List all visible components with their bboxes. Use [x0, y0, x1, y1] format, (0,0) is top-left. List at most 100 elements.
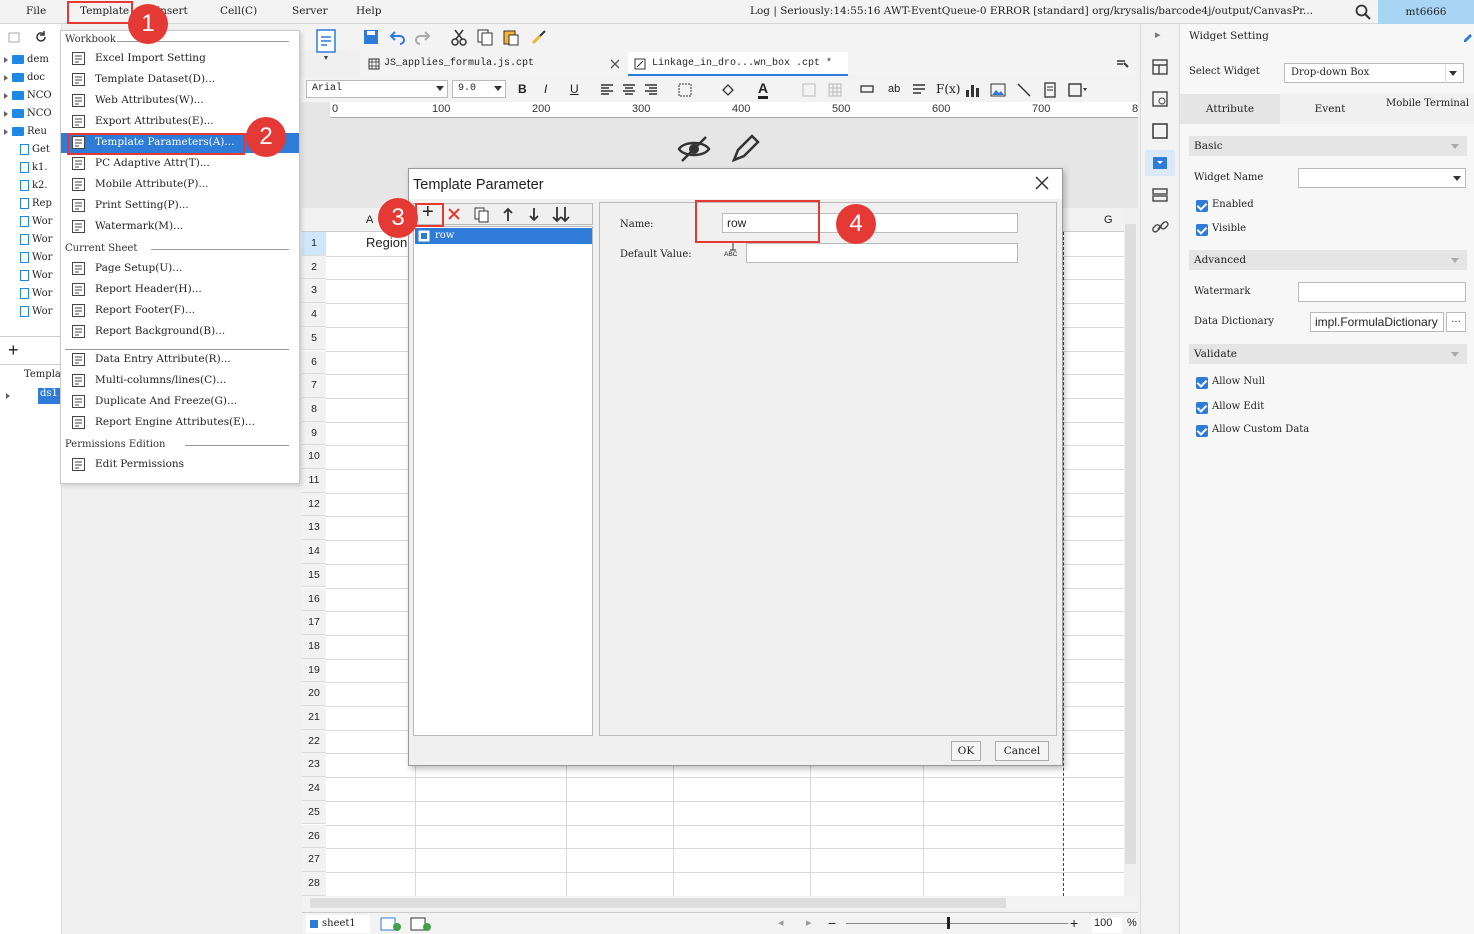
- tree-folder[interactable]: Reu: [4, 126, 62, 142]
- row-header[interactable]: 27: [302, 848, 326, 872]
- cancel-button[interactable]: Cancel: [995, 741, 1049, 761]
- move-down-icon[interactable]: [528, 207, 540, 222]
- image-icon[interactable]: [990, 82, 1006, 98]
- allow-null-checkbox[interactable]: [1196, 377, 1208, 389]
- sort-icon[interactable]: [552, 206, 570, 223]
- dataset-row[interactable]: ds1: [4, 388, 62, 404]
- tab-close-icon[interactable]: [610, 59, 620, 69]
- zoom-out-icon[interactable]: −: [828, 915, 836, 931]
- merge-icon[interactable]: [802, 83, 816, 97]
- text-field-icon[interactable]: [860, 85, 874, 93]
- scroll-thumb[interactable]: [310, 898, 1006, 908]
- row-header[interactable]: 17: [302, 611, 326, 635]
- redo-icon[interactable]: [414, 28, 432, 46]
- sheet-tab[interactable]: sheet1: [306, 915, 370, 933]
- page-next-icon[interactable]: ▸: [806, 916, 812, 929]
- copy-icon[interactable]: [476, 28, 494, 46]
- tree-file[interactable]: Wor: [0, 252, 58, 268]
- bold-icon[interactable]: B: [518, 82, 527, 96]
- edit-icon[interactable]: [1462, 30, 1474, 42]
- fill-color-icon[interactable]: [720, 82, 736, 98]
- pencil-icon[interactable]: [730, 134, 760, 164]
- allow-edit-checkbox[interactable]: [1196, 402, 1208, 414]
- chart-icon[interactable]: [964, 82, 980, 98]
- menu-item-watermark-m[interactable]: Watermark(M)...: [61, 217, 299, 237]
- tree-file[interactable]: Get: [0, 144, 58, 160]
- section-advanced[interactable]: Advanced: [1189, 250, 1467, 270]
- menu-cell[interactable]: Cell(C): [220, 5, 257, 17]
- condition-attr-icon[interactable]: [1151, 90, 1169, 108]
- eye-off-icon[interactable]: [676, 134, 712, 164]
- slash-icon[interactable]: [1016, 82, 1032, 98]
- zoom-slider-handle[interactable]: [947, 917, 950, 929]
- menu-item-excel-import-setting[interactable]: Excel Import Setting: [61, 49, 299, 69]
- collapse-icon[interactable]: ▸: [1155, 28, 1161, 41]
- tree-file[interactable]: k1.: [0, 162, 58, 178]
- row-header[interactable]: 6: [302, 350, 326, 375]
- menu-file[interactable]: File: [26, 5, 46, 17]
- tab-event[interactable]: Event: [1280, 94, 1380, 124]
- hyperlink-icon[interactable]: [1151, 218, 1169, 236]
- row-header[interactable]: 24: [302, 777, 326, 801]
- tree-file[interactable]: Wor: [0, 288, 58, 304]
- section-validate[interactable]: Validate: [1189, 344, 1467, 364]
- zoom-value[interactable]: 100: [1092, 917, 1122, 933]
- copy-icon[interactable]: [474, 207, 490, 223]
- undo-icon[interactable]: [388, 28, 406, 46]
- menu-item-duplicate-and-freeze-g[interactable]: Duplicate And Freeze(G)...: [61, 392, 299, 412]
- insert-cell-icon[interactable]: [1068, 82, 1088, 98]
- tab-linkage-dropdown[interactable]: Linkage_in_dro...wn_box .cpt *: [628, 52, 848, 76]
- row-header[interactable]: 15: [302, 563, 326, 588]
- row-header[interactable]: 9: [302, 421, 326, 446]
- row-header[interactable]: 18: [302, 634, 326, 659]
- close-icon[interactable]: [1034, 175, 1050, 191]
- tab-js-applies[interactable]: JS_applies_formula.js.cpt: [360, 52, 626, 76]
- zoom-in-icon[interactable]: +: [1070, 915, 1078, 931]
- border-icon[interactable]: [678, 83, 692, 97]
- select-widget-dropdown[interactable]: Drop-down Box: [1284, 63, 1464, 83]
- move-up-icon[interactable]: [502, 207, 514, 222]
- row-header[interactable]: 3: [302, 279, 326, 304]
- ok-button[interactable]: OK: [951, 741, 981, 761]
- italic-icon[interactable]: I: [544, 82, 547, 96]
- cut-icon[interactable]: [450, 28, 468, 46]
- template-icon[interactable]: [314, 28, 338, 62]
- font-color-icon[interactable]: A: [758, 80, 769, 99]
- menu-item-print-setting-p[interactable]: Print Setting(P)...: [61, 196, 299, 216]
- menu-item-edit-permissions[interactable]: Edit Permissions: [61, 455, 299, 475]
- table-icon[interactable]: [828, 83, 842, 97]
- menu-item-page-setup-u[interactable]: Page Setup(U)...: [61, 259, 299, 279]
- allow-custom-checkbox[interactable]: [1196, 425, 1208, 437]
- text-icon[interactable]: ab: [888, 83, 900, 95]
- section-basic[interactable]: Basic: [1189, 136, 1467, 156]
- scroll-thumb[interactable]: [1125, 224, 1136, 864]
- row-header[interactable]: 10: [302, 445, 326, 469]
- watermark-input[interactable]: [1298, 282, 1466, 302]
- refresh-icon[interactable]: [34, 30, 48, 44]
- align-left-icon[interactable]: [600, 83, 614, 97]
- row-header[interactable]: 23: [302, 753, 326, 778]
- delete-icon[interactable]: [448, 208, 460, 220]
- tree-file[interactable]: Wor: [0, 270, 58, 286]
- page-prev-icon[interactable]: ◂: [778, 916, 784, 929]
- data-dictionary-input[interactable]: impl.FormulaDictionary: [1310, 312, 1444, 332]
- row-header[interactable]: 13: [302, 516, 326, 541]
- widget-icon[interactable]: [1042, 82, 1058, 98]
- paragraph-icon[interactable]: [912, 83, 926, 97]
- user-badge[interactable]: mt6666: [1378, 0, 1474, 24]
- vertical-scrollbar[interactable]: [1124, 208, 1138, 896]
- zoom-slider-track[interactable]: [846, 923, 1068, 924]
- paste-icon[interactable]: [502, 28, 520, 46]
- cell-stack-icon[interactable]: [1151, 186, 1169, 204]
- row-header[interactable]: 22: [302, 729, 326, 754]
- row-header[interactable]: 14: [302, 540, 326, 564]
- add-report-icon[interactable]: [410, 916, 432, 932]
- row-header[interactable]: 5: [302, 326, 326, 351]
- row-header[interactable]: 1: [302, 232, 326, 256]
- row-header[interactable]: 4: [302, 303, 326, 327]
- horizontal-scrollbar[interactable]: [302, 896, 1138, 910]
- search-icon[interactable]: [1354, 3, 1372, 21]
- add-sheet-icon[interactable]: [380, 916, 402, 932]
- tree-folder[interactable]: NCO: [4, 108, 62, 124]
- menu-item-mobile-attribute-p[interactable]: Mobile Attribute(P)...: [61, 175, 299, 195]
